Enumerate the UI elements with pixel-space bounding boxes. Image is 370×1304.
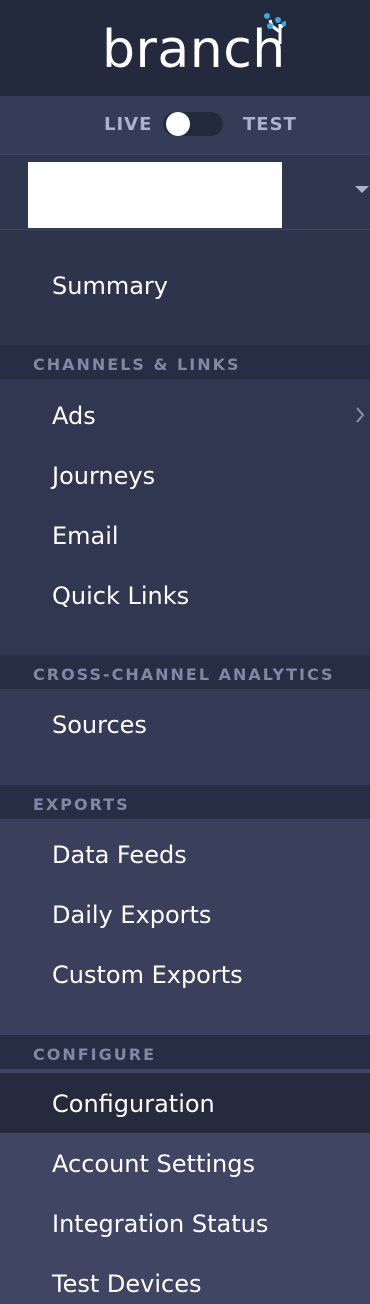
nav-item-quick-links[interactable]: Quick Links	[52, 581, 189, 611]
nav-item-integration-status[interactable]: Integration Status	[52, 1209, 268, 1239]
nav-item-summary[interactable]: Summary	[52, 271, 168, 301]
live-label[interactable]: LIVE	[104, 114, 152, 136]
nav-item-account-settings[interactable]: Account Settings	[52, 1149, 255, 1179]
nav-item-configuration[interactable]: Configuration	[52, 1089, 215, 1119]
toggle-knob[interactable]	[166, 112, 190, 136]
nav-item-journeys[interactable]: Journeys	[52, 461, 155, 491]
nav-item-email[interactable]: Email	[52, 521, 119, 551]
nav-item-data-feeds[interactable]: Data Feeds	[52, 840, 187, 870]
nav-item-daily-exports[interactable]: Daily Exports	[52, 900, 211, 930]
nav-item-test-devices[interactable]: Test Devices	[52, 1269, 201, 1299]
nav-item-ads[interactable]: Ads	[52, 401, 96, 431]
section-label: EXPORTS	[33, 795, 130, 814]
nav-item-sources[interactable]: Sources	[52, 710, 147, 740]
branch-tree-icon	[264, 13, 286, 44]
section-label: CONFIGURE	[33, 1045, 156, 1064]
caret-down-icon[interactable]	[355, 186, 369, 193]
nav-item-custom-exports[interactable]: Custom Exports	[52, 960, 243, 990]
app-name[interactable]	[28, 162, 282, 228]
section-label: CROSS-CHANNEL ANALYTICS	[33, 665, 335, 684]
chevron-right-icon[interactable]	[355, 406, 365, 424]
section-label: CHANNELS & LINKS	[33, 355, 241, 374]
test-label[interactable]: TEST	[243, 114, 297, 136]
